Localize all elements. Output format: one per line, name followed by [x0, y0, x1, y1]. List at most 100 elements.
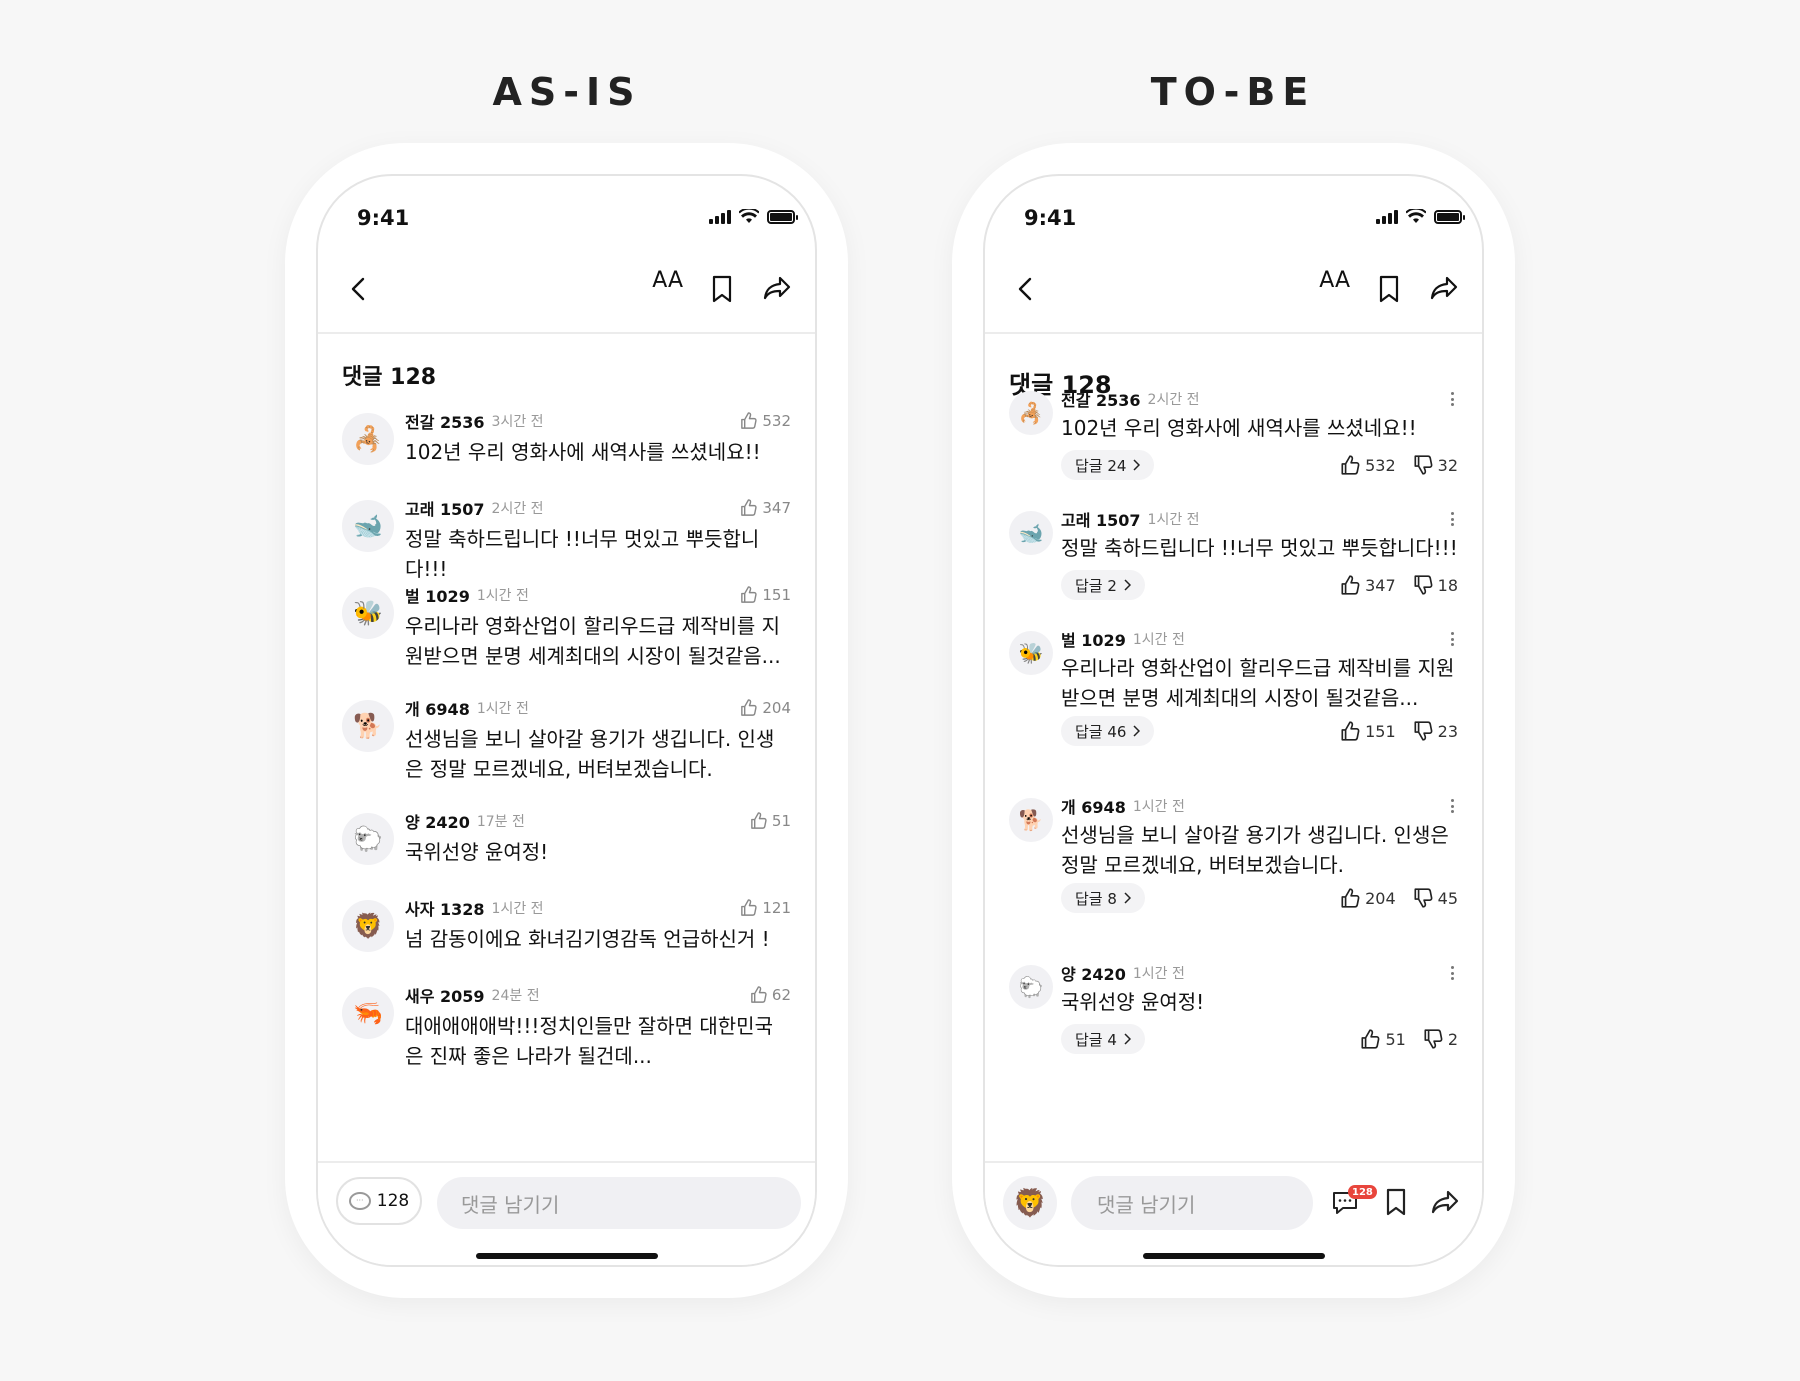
- like-count: 204: [762, 698, 791, 717]
- bookmark-icon[interactable]: [1376, 274, 1402, 304]
- comment-text: 선생님을 보니 살아갈 용기가 생깁니다. 인생은 정말 모르겠네요, 버텨보겠…: [1061, 823, 1449, 877]
- avatar: 🐕: [342, 700, 394, 752]
- reply-count: 답글 24: [1075, 456, 1127, 475]
- chevron-right-icon: [1124, 892, 1131, 904]
- comment-author: 벌 1029: [1061, 631, 1126, 650]
- reply-count: 답글 2: [1075, 576, 1117, 595]
- comment-text: 102년 우리 영화사에 새역사를 쓰셨네요!!: [405, 440, 761, 464]
- dislike-button[interactable]: 32: [1412, 454, 1458, 476]
- comment-item[interactable]: 🐋 고래 1507 1시간 전 정말 축하드립니다 !!너무 멋있고 뿌듯합니다!…: [1009, 507, 1458, 617]
- comment-author: 새우 2059: [405, 987, 485, 1006]
- more-options-icon[interactable]: [1446, 797, 1458, 815]
- share-icon[interactable]: [1428, 273, 1460, 303]
- reply-button[interactable]: 답글 8: [1061, 883, 1145, 913]
- comment-author: 양 2420: [1061, 965, 1126, 984]
- more-options-icon[interactable]: [1446, 510, 1458, 528]
- like-button[interactable]: 62: [749, 985, 791, 1004]
- comments-heading: 댓글 128: [342, 365, 437, 390]
- comment-item[interactable]: 🐕 개 6948 1시간 전 선생님을 보니 살아갈 용기가 생깁니다. 인생은 …: [1009, 794, 1458, 930]
- wifi-icon: [739, 209, 759, 223]
- comment-input[interactable]: 댓글 남기기: [1071, 1176, 1313, 1230]
- more-options-icon[interactable]: [1446, 630, 1458, 648]
- reactions: 204 45: [1339, 883, 1458, 913]
- avatar: 🦁: [342, 900, 394, 952]
- dislike-button[interactable]: 2: [1422, 1028, 1458, 1050]
- tobe-label: TO-BE: [1150, 70, 1316, 114]
- like-button[interactable]: 151: [1339, 720, 1396, 742]
- dislike-count: 45: [1437, 888, 1458, 908]
- more-options-icon[interactable]: [1446, 964, 1458, 982]
- avatar: 🐝: [342, 587, 394, 639]
- bookmark-icon[interactable]: [1383, 1187, 1409, 1217]
- avatar: 🐋: [1009, 511, 1053, 555]
- comment-text: 정말 축하드립니다 !!너무 멋있고 뿌듯합니다!!!: [405, 527, 760, 581]
- comment-input[interactable]: 댓글 남기기: [437, 1177, 801, 1229]
- back-icon[interactable]: [344, 274, 374, 304]
- comment-time: 2시간 전: [1147, 392, 1200, 408]
- signal-icon: [709, 209, 731, 224]
- like-count: 151: [1365, 721, 1396, 741]
- comment-count-button[interactable]: ··· 128: [336, 1177, 422, 1225]
- avatar: 🐝: [1009, 631, 1053, 675]
- like-count: 347: [1365, 575, 1396, 595]
- share-icon[interactable]: [1429, 1187, 1461, 1217]
- reply-button[interactable]: 답글 24: [1061, 450, 1155, 480]
- more-options-icon[interactable]: [1446, 390, 1458, 408]
- like-button[interactable]: 204: [739, 698, 791, 717]
- comment-item[interactable]: 🦂 전갈 2536 2시간 전 102년 우리 영화사에 새역사를 쓰셨네요!! …: [1009, 387, 1458, 497]
- font-size-button[interactable]: AA: [1319, 268, 1350, 293]
- comment-author: 전갈 2536: [1061, 391, 1141, 410]
- asis-phone: 9:41 AA 댓글 128 🦂 전갈 2536 3시간 전 532 102년 우…: [285, 143, 848, 1298]
- thumbs-down-icon: [1424, 1029, 1443, 1049]
- font-size-button[interactable]: AA: [652, 268, 683, 293]
- like-button[interactable]: 532: [1339, 454, 1396, 476]
- dislike-count: 18: [1437, 575, 1458, 595]
- avatar: 🐑: [342, 813, 394, 865]
- speech-bubble-icon: ···: [348, 1192, 371, 1210]
- reply-count: 답글 8: [1075, 889, 1117, 908]
- bookmark-icon[interactable]: [709, 274, 735, 304]
- asis-label: AS-IS: [492, 70, 642, 114]
- like-button[interactable]: 347: [1339, 574, 1396, 596]
- comment-text: 우리나라 영화산업이 할리우드급 제작비를 지원받으면 분명 세계최대의 시장이…: [405, 614, 781, 668]
- status-time: 9:41: [357, 206, 410, 230]
- thumbs-down-icon: [1414, 575, 1433, 595]
- home-indicator: [475, 1253, 658, 1259]
- reactions: 532 32: [1339, 450, 1458, 480]
- comment-time: 1시간 전: [1147, 512, 1200, 528]
- share-icon[interactable]: [761, 273, 793, 303]
- like-button[interactable]: 532: [739, 411, 791, 430]
- like-button[interactable]: 151: [739, 585, 791, 604]
- status-bar: 9:41: [318, 190, 815, 250]
- comment-time: 1시간 전: [1132, 966, 1185, 982]
- comment-list: 🦂 전갈 2536 2시간 전 102년 우리 영화사에 새역사를 쓰셨네요!! …: [985, 387, 1482, 1161]
- like-count: 347: [762, 498, 791, 517]
- like-button[interactable]: 121: [739, 898, 791, 917]
- dislike-button[interactable]: 23: [1412, 720, 1458, 742]
- comment-item[interactable]: 🐑 양 2420 1시간 전 국위선양 윤여정! 답글 4 51 2: [1009, 961, 1458, 1071]
- signal-icon: [1376, 209, 1398, 224]
- comment-count-badge: 128: [1348, 1185, 1377, 1199]
- chevron-right-icon: [1133, 725, 1141, 737]
- like-button[interactable]: 51: [1359, 1028, 1406, 1050]
- comment-input-bar: 🦁 댓글 남기기 128: [985, 1161, 1482, 1265]
- chevron-right-icon: [1124, 1033, 1131, 1045]
- dislike-button[interactable]: 45: [1412, 887, 1458, 909]
- like-button[interactable]: 347: [739, 498, 791, 517]
- comment-text: 우리나라 영화산업이 할리우드급 제작비를 지원받으면 분명 세계최대의 시장이…: [1061, 656, 1455, 710]
- avatar: 🐋: [342, 500, 394, 552]
- dislike-button[interactable]: 18: [1412, 574, 1458, 596]
- comment-text: 대애애애애박!!!정치인들만 잘하면 대한민국은 진짜 좋은 나라가 될건데..…: [405, 1014, 773, 1068]
- like-button[interactable]: 51: [749, 811, 791, 830]
- thumbs-up-icon: [1341, 888, 1360, 908]
- avatar: 🦂: [1009, 391, 1053, 435]
- status-bar: 9:41: [985, 190, 1482, 250]
- like-button[interactable]: 204: [1339, 887, 1396, 909]
- back-icon[interactable]: [1011, 274, 1041, 304]
- dislike-count: 32: [1437, 455, 1458, 475]
- chevron-right-icon: [1124, 579, 1131, 591]
- reply-button[interactable]: 답글 2: [1061, 570, 1145, 600]
- reply-button[interactable]: 답글 46: [1061, 716, 1155, 746]
- comment-item[interactable]: 🐝 벌 1029 1시간 전 우리나라 영화산업이 할리우드급 제작비를 지원받으…: [1009, 627, 1458, 763]
- reply-button[interactable]: 답글 4: [1061, 1024, 1145, 1054]
